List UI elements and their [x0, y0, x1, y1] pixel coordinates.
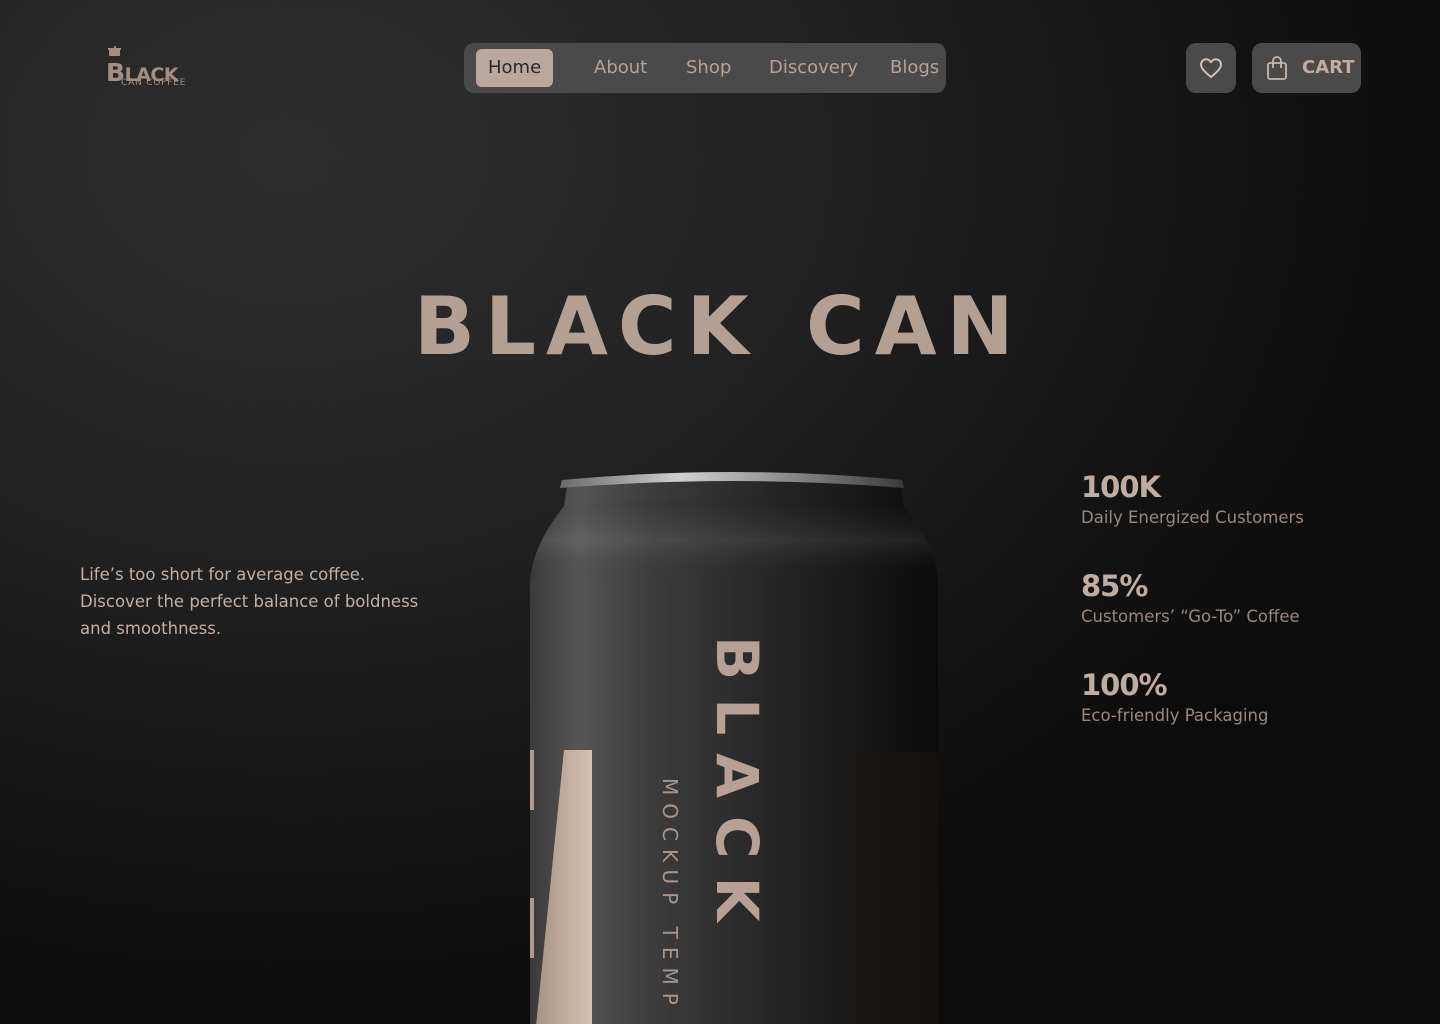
- can-brand-text: BLACK: [703, 636, 771, 940]
- stat-label: Daily Energized Customers: [1081, 508, 1304, 527]
- stat-label: Eco-friendly Packaging: [1081, 706, 1269, 725]
- cart-button[interactable]: CART: [1252, 43, 1361, 93]
- logo-subtitle: CAN COFFEE: [121, 78, 187, 88]
- stat-item: 100% Eco-friendly Packaging: [1081, 668, 1268, 725]
- stat-label: Customers’ “Go-To” Coffee: [1081, 607, 1300, 626]
- can-sub-text: MOCKUP TEMP: [658, 778, 682, 1013]
- coffee-cup-icon: [108, 46, 121, 56]
- nav-item-blogs[interactable]: Blogs: [890, 49, 939, 87]
- nav-item-shop[interactable]: Shop: [686, 49, 731, 87]
- tagline-line: and smoothness.: [80, 619, 222, 638]
- nav-item-about[interactable]: About: [594, 49, 647, 87]
- hero-title-word: BLACK: [414, 280, 759, 373]
- stat-value: 100%: [1081, 668, 1168, 702]
- stat-item: 100K Daily Energized Customers: [1081, 470, 1304, 527]
- tagline-line: Discover the perfect balance of boldness: [80, 592, 419, 611]
- nav-item-discovery[interactable]: Discovery: [769, 49, 858, 87]
- hero-tagline: Life’s too short for average coffee. Dis…: [80, 561, 440, 642]
- nav-item-home[interactable]: Home: [476, 49, 554, 87]
- hero-title-word: CAN: [806, 280, 1024, 373]
- heart-icon: [1200, 58, 1222, 78]
- stat-value: 100K: [1081, 470, 1161, 504]
- wishlist-button[interactable]: [1186, 43, 1236, 93]
- hero-title: BLACK CAN: [0, 280, 1440, 380]
- main-nav: Home About Shop Discovery Blogs: [464, 43, 946, 93]
- shopping-bag-icon: [1267, 56, 1287, 80]
- cart-label: CART: [1302, 57, 1355, 78]
- stat-value: 85%: [1081, 569, 1148, 603]
- brand-logo[interactable]: BLACK CAN COFFEE: [104, 46, 194, 92]
- tagline-line: Life’s too short for average coffee.: [80, 565, 366, 584]
- stat-item: 85% Customers’ “Go-To” Coffee: [1081, 569, 1300, 626]
